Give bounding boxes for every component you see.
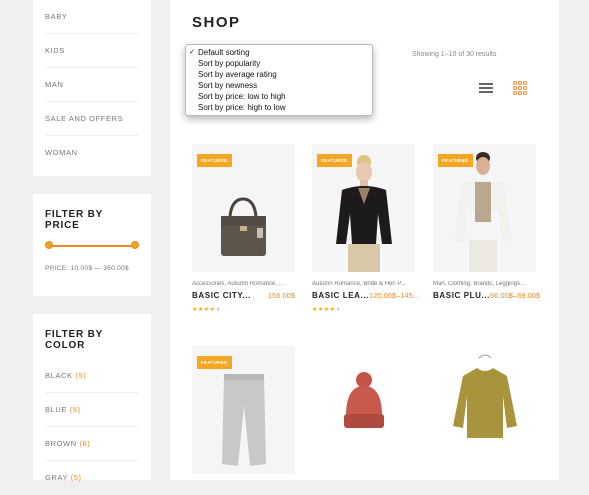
price-range-text: PRICE: 10.00$ — 360.00$ [45, 265, 129, 272]
page-title: SHOP [192, 14, 241, 31]
color-filter-blue[interactable]: BLUE (5) [45, 393, 139, 427]
sort-dropdown-menu[interactable]: ✓ Default sorting Sort by popularity Sort… [185, 44, 373, 116]
color-count: (5) [69, 405, 81, 414]
rating-stars-empty: ★ [335, 307, 342, 313]
sort-option-price-desc[interactable]: Sort by price: high to low [186, 102, 372, 113]
product-image[interactable] [433, 346, 536, 474]
rating-stars: ★★★★★ [192, 306, 295, 313]
category-man[interactable]: MAN [45, 68, 139, 102]
product-card[interactable]: FEATURED Man, Clothing, Brands, Leggings… [433, 144, 540, 300]
price-slider-max-handle[interactable] [131, 241, 139, 249]
product-card[interactable] [312, 346, 415, 474]
product-price: 156.00$ [267, 291, 295, 300]
color-filter-brown[interactable]: BROWN (8) [45, 427, 139, 461]
sort-option-label: Sort by popularity [198, 59, 261, 68]
sort-option-label: Sort by newness [198, 81, 258, 90]
color-label: BLACK [45, 371, 73, 380]
sort-option-label: Sort by price: low to high [198, 92, 286, 101]
product-card[interactable]: FEATURED [192, 346, 295, 474]
color-filter-title: FILTER BY COLOR [45, 329, 103, 351]
product-categories: Accessories, Autumn Romance, ... [192, 281, 284, 287]
color-label: BLUE [45, 405, 67, 414]
leather-jacket-image [336, 155, 392, 272]
product-categories: Man, Clothing, Brands, Leggings... [433, 281, 526, 287]
color-count: (5) [70, 473, 82, 482]
grey-pants-image [222, 374, 266, 466]
rating-stars-filled: ★★★★ [192, 307, 216, 313]
red-beanie-image [344, 372, 384, 428]
sort-option-rating[interactable]: Sort by average rating [186, 69, 372, 80]
product-image[interactable]: FEATURED [312, 144, 415, 272]
product-categories: Autumn Romance, Bride & Hen P... [312, 281, 406, 287]
list-view-icon[interactable] [479, 83, 493, 93]
price-slider[interactable] [45, 241, 139, 251]
color-count: (8) [79, 439, 91, 448]
product-price: 120.00$–145... [368, 291, 420, 300]
sort-option-newness[interactable]: Sort by newness [186, 80, 372, 91]
sort-option-label: Default sorting [198, 48, 250, 57]
color-filter-gray[interactable]: GRAY (5) [45, 461, 139, 495]
checkmark-icon: ✓ [189, 49, 195, 56]
category-widget: BABY KIDS MAN SALE AND OFFERS WOMAN [33, 0, 151, 176]
product-image[interactable]: FEATURED [433, 144, 536, 272]
color-filter-widget: FILTER BY COLOR BLACK (5) BLUE (5) BROWN… [33, 314, 151, 495]
product-name[interactable]: BASIC PLU... [433, 291, 490, 300]
mustard-sweater-image [453, 354, 517, 438]
product-card[interactable]: FEATURED Autumn Romance, Bride & Hen P..… [312, 144, 419, 313]
product-name[interactable]: BASIC LEA... [312, 291, 369, 300]
result-count: Showing 1–10 of 30 results [412, 51, 497, 58]
grid-view-icon[interactable] [513, 81, 527, 95]
price-slider-min-handle[interactable] [45, 241, 53, 249]
white-jacket-image [455, 152, 511, 272]
category-baby[interactable]: BABY [45, 0, 139, 34]
product-image[interactable]: FEATURED [192, 144, 295, 272]
price-slider-track [48, 245, 136, 247]
sort-option-default[interactable]: ✓ Default sorting [186, 47, 372, 58]
sort-option-label: Sort by price: high to low [198, 103, 286, 112]
product-card[interactable]: FEATURED Accessories, Autumn Romance, ..… [192, 144, 295, 313]
sort-option-price-asc[interactable]: Sort by price: low to high [186, 91, 372, 102]
rating-stars-filled: ★★★★ [312, 307, 336, 313]
rating-stars-empty: ★ [215, 307, 222, 313]
color-label: BROWN [45, 439, 77, 448]
category-woman[interactable]: WOMAN [45, 136, 139, 170]
category-sale-and-offers[interactable]: SALE AND OFFERS [45, 102, 139, 136]
color-filter-black[interactable]: BLACK (5) [45, 359, 139, 393]
rating-stars: ★★★★★ [312, 306, 415, 313]
product-price: 66.00$–69.00$ [489, 291, 541, 300]
product-name[interactable]: BASIC CITY... [192, 291, 251, 300]
sort-option-label: Sort by average rating [198, 70, 277, 79]
handbag-image [221, 197, 266, 256]
sort-option-popularity[interactable]: Sort by popularity [186, 58, 372, 69]
product-image[interactable]: FEATURED [192, 346, 295, 474]
product-image[interactable] [312, 346, 415, 474]
color-count: (5) [75, 371, 87, 380]
price-filter-widget: FILTER BY PRICE PRICE: 10.00$ — 360.00$ [33, 194, 151, 296]
price-filter-title: FILTER BY PRICE [45, 209, 103, 231]
category-kids[interactable]: KIDS [45, 34, 139, 68]
product-card[interactable] [433, 346, 536, 474]
color-label: GRAY [45, 473, 68, 482]
